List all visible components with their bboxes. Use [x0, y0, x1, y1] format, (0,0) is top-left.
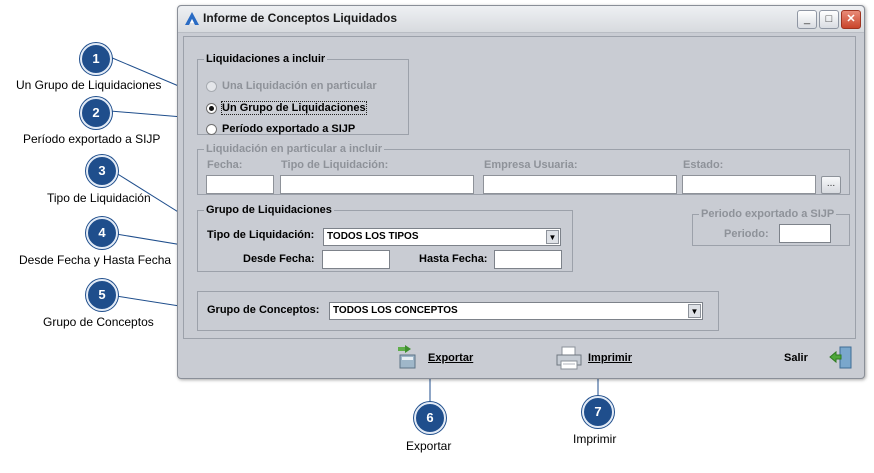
imprimir-label: Imprimir — [588, 352, 633, 364]
radio-circle — [206, 123, 217, 135]
tipo-liquidacion-value: TODOS LOS TIPOS — [327, 231, 419, 242]
exportar-button[interactable]: Exportar — [393, 344, 479, 372]
callout-note-5: Grupo de Conceptos — [43, 315, 154, 329]
callout-badge-7: 7 — [582, 396, 614, 428]
chevron-down-icon[interactable]: ▼ — [546, 230, 559, 244]
liquidaciones-incluir-group: Liquidaciones a incluir Una Liquidación … — [197, 53, 409, 135]
liquidacion-particular-legend: Liquidación en particular a incluir — [206, 143, 383, 155]
tipo-liquidacion-label: Tipo de Liquidación: — [281, 159, 389, 171]
imprimir-button[interactable]: Imprimir — [555, 344, 645, 372]
callout-badge-2: 2 — [80, 97, 112, 129]
title-bar[interactable]: Informe de Conceptos Liquidados _ □ ✕ — [178, 6, 864, 33]
radio-grupo-liquidaciones[interactable]: Un Grupo de Liquidaciones — [206, 101, 367, 116]
radio-una-liquidacion[interactable]: Una Liquidación en particular — [206, 80, 377, 92]
export-icon — [398, 345, 416, 369]
close-button[interactable]: ✕ — [841, 10, 861, 29]
liquidacion-particular-group: Liquidación en particular a incluir Fech… — [197, 143, 850, 195]
radio-circle — [206, 102, 217, 114]
exit-door-icon — [829, 346, 852, 369]
minimize-button[interactable]: _ — [797, 10, 817, 29]
radio-label: Un Grupo de Liquidaciones — [221, 101, 367, 116]
liquidaciones-incluir-legend: Liquidaciones a incluir — [206, 53, 326, 65]
estado-label: Estado: — [683, 159, 724, 171]
callout-note-1: Un Grupo de Liquidaciones — [16, 78, 162, 92]
callout-badge-1: 1 — [80, 43, 112, 75]
callout-note-6: Exportar — [406, 439, 452, 453]
estado-input[interactable] — [682, 175, 816, 194]
empresa-usuaria-input[interactable] — [483, 175, 677, 194]
grupo-conceptos-value: TODOS LOS CONCEPTOS — [333, 305, 458, 316]
radio-periodo-sijp[interactable]: Período exportado a SIJP — [206, 123, 355, 135]
hasta-fecha-input[interactable] — [494, 250, 562, 269]
report-window: Informe de Conceptos Liquidados _ □ ✕ Li… — [177, 5, 865, 379]
tipo-liquidacion-label: Tipo de Liquidación: — [207, 229, 315, 241]
periodo-label: Periodo: — [724, 228, 769, 240]
callout-note-4: Desde Fecha y Hasta Fecha — [19, 253, 172, 267]
callout-badge-4: 4 — [86, 217, 118, 249]
hasta-fecha-label: Hasta Fecha: — [419, 253, 488, 265]
exportar-label: Exportar — [428, 352, 474, 364]
browse-liquidacion-button[interactable]: ... — [821, 176, 841, 194]
printer-icon — [556, 346, 582, 370]
periodo-sijp-group: Periodo exportado a SIJP Periodo: — [692, 208, 850, 246]
grupo-conceptos-label: Grupo de Conceptos: — [207, 304, 320, 316]
chevron-down-icon[interactable]: ▼ — [688, 304, 701, 318]
maximize-button[interactable]: □ — [819, 10, 839, 29]
radio-label: Período exportado a SIJP — [222, 123, 356, 136]
fecha-input[interactable] — [206, 175, 274, 194]
grupo-conceptos-select[interactable]: TODOS LOS CONCEPTOS ▼ — [329, 302, 703, 320]
grupo-liquidaciones-legend: Grupo de Liquidaciones — [206, 204, 332, 216]
tipo-liquidacion-input[interactable] — [280, 175, 474, 194]
callout-note-2: Período exportado a SIJP — [23, 132, 161, 146]
grupo-conceptos-box: Grupo de Conceptos: TODOS LOS CONCEPTOS … — [197, 291, 719, 331]
callout-badge-6: 6 — [414, 402, 446, 434]
callout-badge-5: 5 — [86, 279, 118, 311]
callout-badge-3: 3 — [86, 155, 118, 187]
desde-fecha-label: Desde Fecha: — [243, 253, 315, 265]
callout-note-3: Tipo de Liquidación — [47, 191, 151, 205]
salir-button[interactable]: Salir — [780, 344, 858, 372]
window-title: Informe de Conceptos Liquidados — [203, 11, 398, 25]
radio-circle — [206, 80, 217, 92]
grupo-liquidaciones-group: Grupo de Liquidaciones Tipo de Liquidaci… — [197, 204, 573, 272]
callout-note-7: Imprimir — [573, 432, 617, 446]
fecha-label: Fecha: — [207, 159, 243, 171]
periodo-input[interactable] — [779, 224, 831, 243]
desde-fecha-input[interactable] — [322, 250, 390, 269]
periodo-sijp-legend: Periodo exportado a SIJP — [701, 208, 835, 220]
radio-label: Una Liquidación en particular — [222, 80, 377, 93]
salir-label: Salir — [784, 352, 808, 364]
filters-panel: Liquidaciones a incluir Una Liquidación … — [183, 36, 856, 339]
app-logo-icon — [185, 12, 199, 25]
tipo-liquidacion-select[interactable]: TODOS LOS TIPOS ▼ — [323, 228, 561, 246]
empresa-usuaria-label: Empresa Usuaria: — [484, 159, 578, 171]
